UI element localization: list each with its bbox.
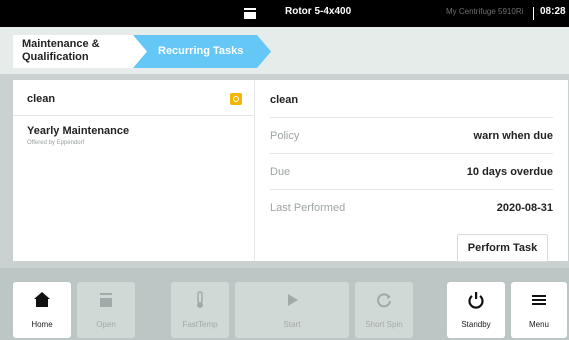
task-provider: Offered by Eppendorf bbox=[27, 140, 85, 146]
nav-start-button[interactable]: Start bbox=[235, 282, 349, 338]
detail-key: Last Performed bbox=[270, 202, 346, 214]
panel-divider bbox=[254, 80, 255, 261]
breadcrumb-parent[interactable]: Maintenance & Qualification bbox=[13, 35, 153, 68]
nav-label: Standby bbox=[461, 320, 491, 329]
bottom-nav: Home Open FastTemp Start Short Spin Stan… bbox=[0, 268, 569, 340]
detail-value: 10 days overdue bbox=[466, 166, 553, 178]
task-item[interactable]: Yearly Maintenance Offered by Eppendorf bbox=[27, 125, 129, 146]
detail-row-due: Due 10 days overdue bbox=[270, 153, 553, 189]
detail-title: clean bbox=[270, 94, 299, 106]
nav-open-button[interactable]: Open bbox=[77, 282, 135, 338]
nav-home-button[interactable]: Home bbox=[13, 282, 71, 338]
detail-value: 2020-08-31 bbox=[496, 202, 553, 214]
detail-row-policy: Policy warn when due bbox=[270, 117, 553, 153]
main-panel: clean Yearly Maintenance Offered by Eppe… bbox=[13, 80, 568, 262]
nav-fasttemp-button[interactable]: FastTemp bbox=[171, 282, 229, 338]
nav-label: Home bbox=[31, 320, 53, 329]
clock: 08:28 bbox=[540, 6, 566, 17]
detail-value: warn when due bbox=[473, 130, 553, 142]
detail-key: Due bbox=[270, 166, 291, 178]
thermometer-icon bbox=[197, 291, 203, 308]
breadcrumb-current[interactable]: Recurring Tasks bbox=[133, 35, 273, 68]
status-bar: Rotor 5-4x400 My Centrifuge 5910Ri 08:28 bbox=[0, 0, 569, 27]
rotor-label: Rotor 5-4x400 bbox=[285, 6, 352, 17]
power-icon bbox=[468, 292, 484, 309]
task-group-header[interactable]: clean bbox=[13, 80, 253, 116]
nav-label: Short Spin bbox=[365, 320, 403, 329]
gear-icon bbox=[230, 93, 242, 105]
menu-icon bbox=[532, 295, 546, 305]
device-name: My Centrifuge 5910Ri bbox=[446, 7, 524, 16]
nav-label: Start bbox=[283, 320, 301, 329]
breadcrumb: Maintenance & Qualification Recurring Ta… bbox=[0, 27, 569, 74]
short-spin-icon bbox=[377, 293, 391, 308]
nav-label: Open bbox=[96, 320, 116, 329]
nav-short-spin-button[interactable]: Short Spin bbox=[355, 282, 413, 338]
task-group-title: clean bbox=[27, 93, 56, 105]
breadcrumb-current-label: Recurring Tasks bbox=[158, 45, 244, 57]
nav-label: FastTemp bbox=[182, 320, 218, 329]
detail-row-last-performed: Last Performed 2020-08-31 bbox=[270, 189, 553, 225]
status-divider bbox=[533, 7, 534, 20]
nav-menu-button[interactable]: Menu bbox=[511, 282, 567, 338]
task-name: Yearly Maintenance bbox=[27, 125, 130, 137]
perform-task-button[interactable]: Perform Task bbox=[457, 234, 548, 262]
rotor-icon bbox=[244, 8, 256, 19]
home-icon bbox=[34, 292, 50, 307]
play-icon bbox=[288, 294, 298, 306]
nav-standby-button[interactable]: Standby bbox=[447, 282, 505, 338]
detail-key: Policy bbox=[270, 130, 300, 142]
nav-label: Menu bbox=[528, 320, 549, 329]
open-lid-icon bbox=[100, 293, 112, 307]
